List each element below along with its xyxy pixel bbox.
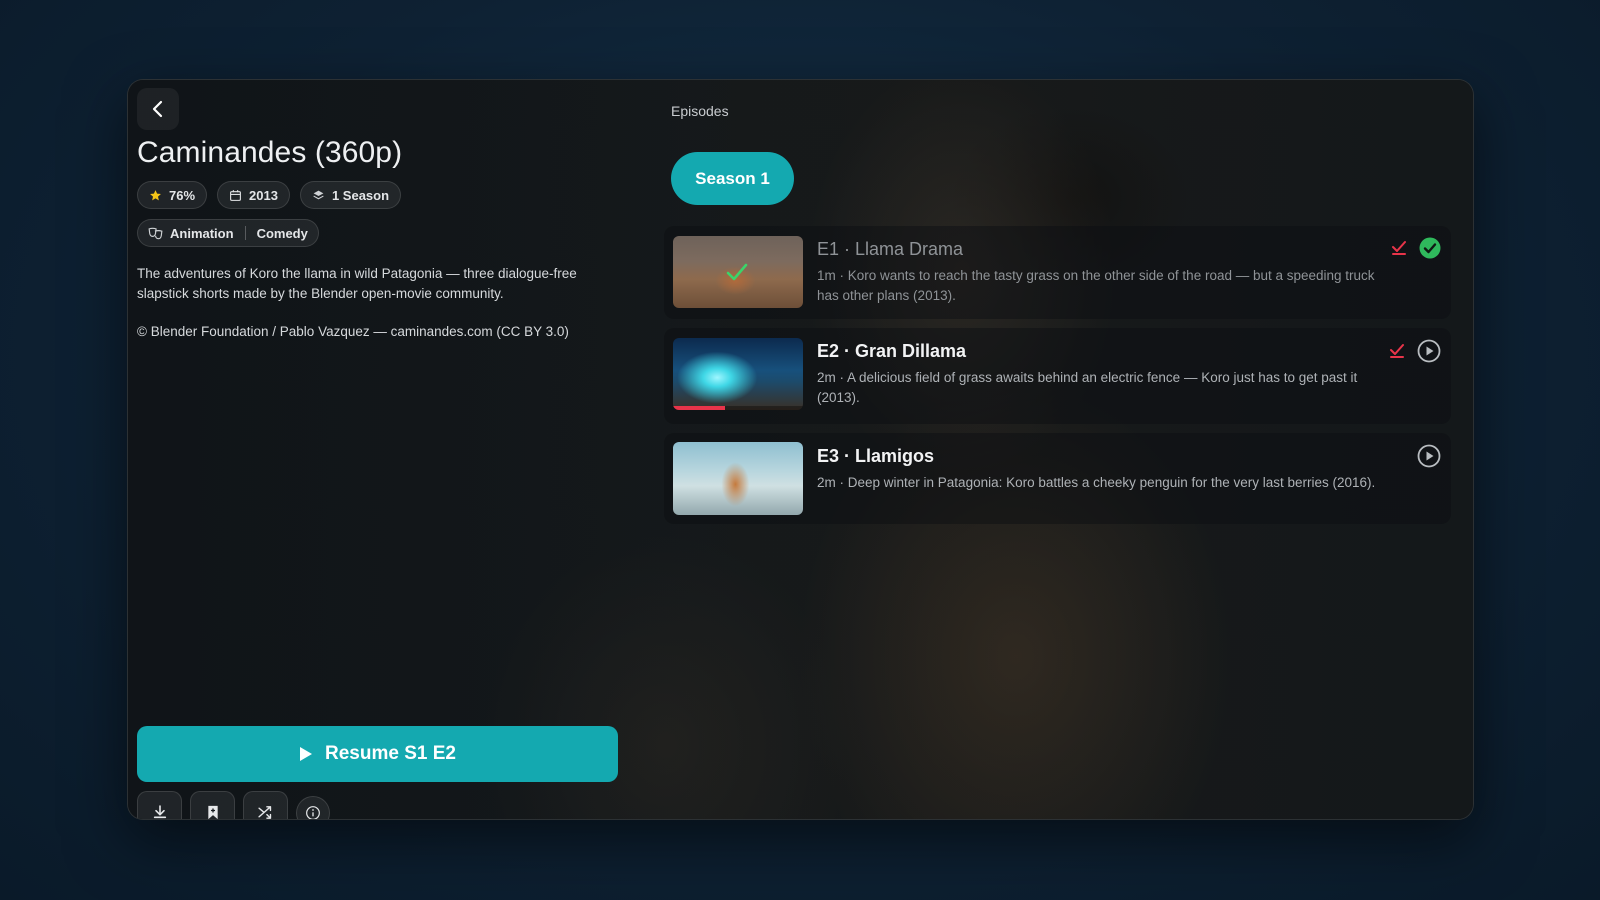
download-button[interactable]	[137, 791, 182, 819]
back-button[interactable]	[137, 88, 179, 130]
episode-list: E1 · Llama Drama 1m · Koro wants to reac…	[664, 226, 1451, 533]
rating-value: 76%	[169, 187, 196, 203]
info-button[interactable]	[296, 796, 330, 819]
download-icon	[153, 805, 166, 819]
chevron-left-icon	[152, 100, 163, 118]
year-value: 2013	[249, 187, 278, 203]
episode-card[interactable]: E2 · Gran Dillama 2m · A delicious field…	[664, 328, 1451, 424]
seasons-value: 1 Season	[331, 187, 390, 203]
genre-chip: Animation Comedy	[137, 219, 319, 247]
calendar-icon	[230, 189, 241, 201]
secondary-actions	[137, 791, 330, 819]
star-icon	[150, 189, 161, 200]
genre-comedy: Comedy	[256, 225, 308, 241]
genre-animation: Animation	[170, 225, 234, 241]
play-circle-icon[interactable]	[1417, 339, 1441, 363]
play-icon	[300, 747, 313, 761]
show-description: The adventures of Koro the llama in wild…	[137, 266, 577, 301]
resume-button[interactable]: Resume S1 E2	[137, 726, 618, 782]
masks-icon	[148, 227, 163, 239]
copyright-text: © Blender Foundation / Pablo Vazquez — c…	[137, 324, 569, 339]
year-chip: 2013	[217, 181, 290, 209]
meta-chips: 76% 2013 1 Season	[137, 181, 402, 209]
episode-description: 1m · Koro wants to reach the tasty grass…	[817, 268, 1375, 303]
watched-check-icon	[726, 263, 748, 281]
layers-icon	[313, 190, 324, 199]
mark-watched-icon[interactable]	[1391, 240, 1407, 256]
rating-chip: 76%	[137, 181, 208, 209]
shuffle-icon	[258, 806, 272, 819]
episode-title: E2 · Gran Dillama	[817, 341, 967, 361]
play-circle-icon[interactable]	[1417, 444, 1441, 468]
episode-card[interactable]: E3 · Llamigos 2m · Deep winter in Patago…	[664, 433, 1451, 524]
watched-badge-icon	[1419, 237, 1441, 259]
genre-chips: Animation Comedy	[137, 219, 319, 247]
episode-card[interactable]: E1 · Llama Drama 1m · Koro wants to reac…	[664, 226, 1451, 319]
resume-label: Resume S1 E2	[325, 743, 456, 764]
episodes-heading: Episodes	[671, 103, 729, 119]
seasons-chip: 1 Season	[299, 181, 402, 209]
show-details-window: Caminandes (360p) 76% 2013 1 Season Anim…	[127, 79, 1474, 820]
episode-title: E1 · Llama Drama	[817, 239, 964, 259]
bookmark-icon	[207, 805, 218, 819]
episode-thumbnail	[673, 338, 803, 410]
episode-title: E3 · Llamigos	[817, 446, 935, 466]
episode-progress-fill	[673, 406, 725, 410]
info-icon	[306, 806, 320, 819]
episode-thumbnail	[673, 236, 803, 308]
mark-watched-icon[interactable]	[1389, 343, 1405, 359]
episode-description: 2m · A delicious field of grass awaits b…	[817, 370, 1358, 405]
episode-progress	[673, 406, 803, 410]
bookmark-button[interactable]	[190, 791, 235, 819]
episode-thumbnail	[673, 442, 803, 515]
shuffle-button[interactable]	[243, 791, 288, 819]
season-tab[interactable]: Season 1	[671, 152, 794, 205]
show-title: Caminandes (360p)	[137, 136, 403, 169]
episode-description: 2m · Deep winter in Patagonia: Koro batt…	[817, 475, 1376, 490]
